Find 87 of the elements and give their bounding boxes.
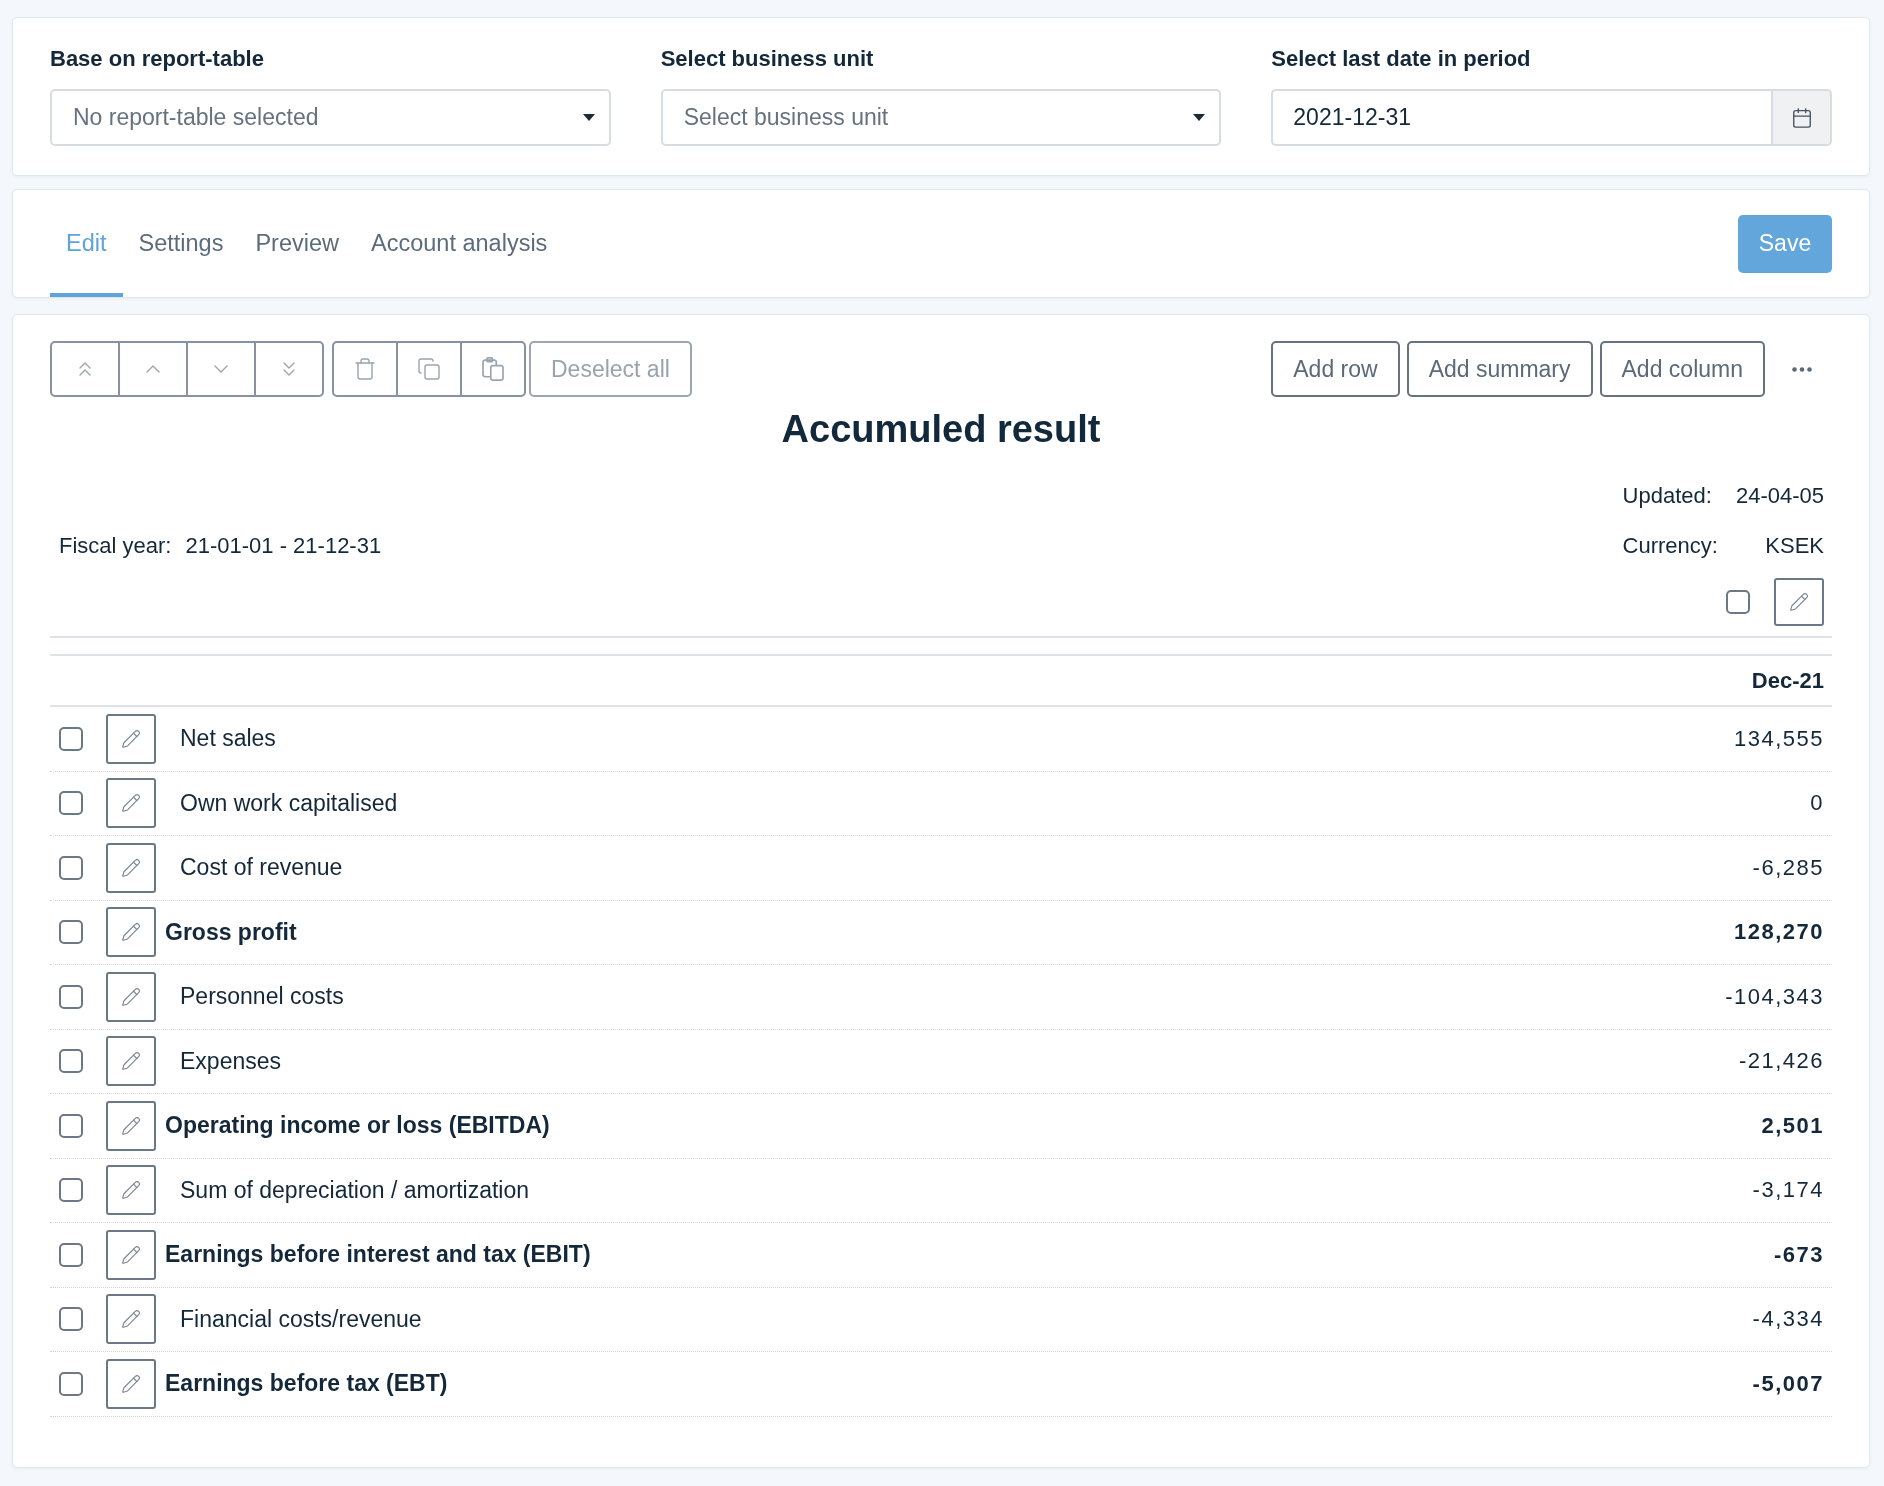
pencil-icon [121, 1180, 141, 1201]
caret-icon [1193, 114, 1206, 121]
select-field[interactable]: Select business unit [660, 89, 1222, 146]
add-button[interactable]: Add column [1599, 341, 1765, 397]
tab[interactable]: Preview [239, 190, 355, 297]
more-icon [1792, 366, 1812, 372]
meta-value: 24-04-05 [1735, 482, 1824, 510]
row-label: Gross profit [165, 918, 297, 946]
meta-label: Currency: [1622, 532, 1718, 560]
row-value: 2,501 [1761, 1112, 1824, 1139]
pencil-icon [121, 793, 141, 814]
row-value: -673 [1773, 1241, 1824, 1268]
pencil-icon [121, 857, 141, 878]
row-value: -4,334 [1752, 1306, 1824, 1333]
edit-button[interactable] [106, 1294, 156, 1345]
edit-button[interactable] [106, 842, 156, 893]
row-label: Expenses [180, 1047, 281, 1075]
edit-button[interactable] [106, 971, 156, 1022]
checkbox[interactable] [59, 920, 83, 945]
row-label: Sum of depreciation / amortization [180, 1176, 529, 1204]
edit-button[interactable] [106, 1358, 156, 1409]
checkbox[interactable] [59, 855, 83, 880]
column-header: Dec-21 [1751, 667, 1824, 694]
copy-icon [417, 357, 441, 381]
row-value: -6,285 [1752, 854, 1824, 881]
row-label: Earnings before tax (EBT) [165, 1370, 448, 1398]
checkbox[interactable] [59, 791, 83, 816]
meta-label: Fiscal year: [59, 532, 172, 560]
date-field[interactable]: 2021-12-31 [1271, 89, 1771, 146]
caret-icon [582, 114, 595, 121]
field-label: Base on report-table [50, 45, 264, 73]
add-button[interactable]: Add row [1271, 341, 1400, 397]
edit-button[interactable] [106, 778, 156, 829]
row-label: Financial costs/revenue [180, 1305, 422, 1333]
trash-icon [353, 357, 377, 381]
checkbox[interactable] [59, 726, 83, 751]
edit-button[interactable] [106, 1100, 156, 1151]
edit-button[interactable] [1774, 578, 1824, 626]
row-value: -104,343 [1725, 983, 1824, 1010]
edit-button[interactable] [106, 713, 156, 764]
checkbox[interactable] [59, 984, 83, 1009]
pencil-icon [121, 922, 141, 943]
field-label: Select last date in period [1271, 45, 1531, 73]
row-label: Own work capitalised [180, 789, 398, 817]
report-title: Accumuled result [781, 407, 1101, 452]
row-label: Cost of revenue [180, 854, 343, 882]
pencil-icon [121, 986, 141, 1007]
pencil-icon [121, 1051, 141, 1072]
calendar-button[interactable] [1771, 89, 1832, 146]
row-label: Earnings before interest and tax (EBIT) [165, 1241, 591, 1269]
edit-button[interactable] [106, 1036, 156, 1087]
edit-button[interactable] [106, 1165, 156, 1216]
tab[interactable]: Settings [122, 190, 240, 297]
row-value: -3,174 [1752, 1177, 1824, 1204]
checkbox[interactable] [59, 1307, 83, 1332]
select-field[interactable]: No report-table selected [50, 89, 611, 146]
meta-value: 21-01-01 - 21-12-31 [185, 532, 382, 560]
tab[interactable]: Edit [50, 190, 123, 297]
pencil-icon [121, 1115, 141, 1136]
row-value: 0 [1810, 790, 1824, 817]
row-label: Operating income or loss (EBITDA) [165, 1112, 550, 1140]
row-value: 128,270 [1733, 919, 1824, 946]
row-value: 134,555 [1733, 725, 1824, 752]
checkbox[interactable] [59, 1242, 83, 1267]
field-label: Select business unit [660, 45, 874, 73]
edit-button[interactable] [106, 1229, 156, 1280]
pencil-icon [121, 1244, 141, 1265]
checkbox[interactable] [59, 1113, 83, 1138]
meta-value: KSEK [1765, 532, 1824, 560]
pencil-icon [121, 1373, 141, 1394]
row-value: -21,426 [1738, 1048, 1824, 1075]
clipboard-icon [482, 357, 504, 381]
pencil-icon [121, 1309, 141, 1330]
tab[interactable]: Account analysis [355, 190, 564, 297]
edit-button[interactable] [106, 907, 156, 958]
checkbox[interactable] [59, 1371, 83, 1396]
add-button[interactable]: Add summary [1406, 341, 1593, 397]
row-value: -5,007 [1752, 1370, 1824, 1397]
row-label: Net sales [180, 725, 276, 753]
checkbox[interactable] [59, 1049, 83, 1074]
pencil-icon [1789, 592, 1809, 612]
calendar-icon [1790, 106, 1813, 129]
checkbox[interactable] [1726, 590, 1750, 614]
checkbox[interactable] [59, 1178, 83, 1203]
meta-label: Updated: [1622, 482, 1712, 510]
row-label: Personnel costs [180, 983, 344, 1011]
pencil-icon [121, 728, 141, 749]
